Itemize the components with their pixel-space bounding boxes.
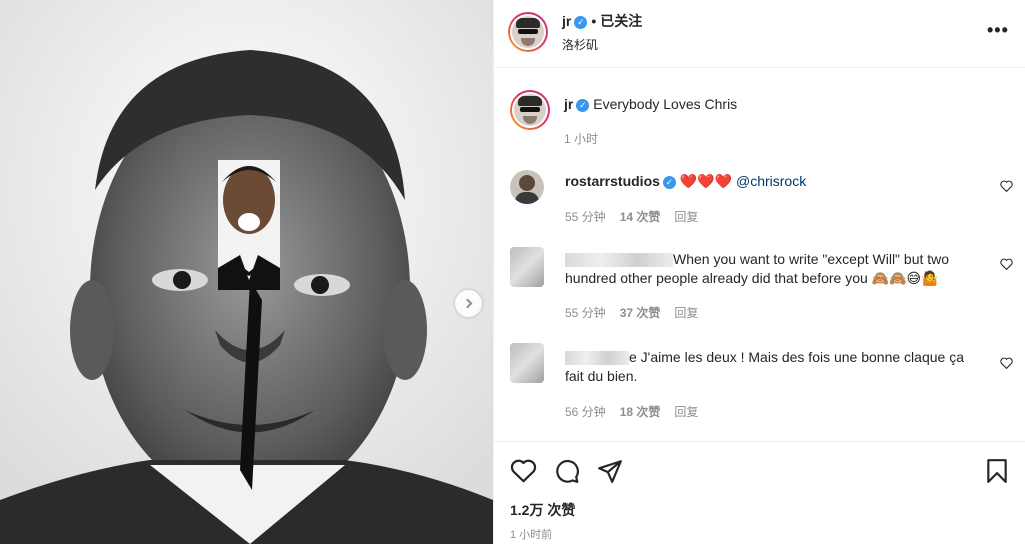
comment-likes[interactable]: 18 次赞 — [620, 405, 661, 419]
next-image-button[interactable] — [455, 290, 482, 317]
caption-avatar[interactable] — [510, 90, 550, 130]
comment-meta: 55 分钟 14 次赞 回复 — [565, 208, 712, 225]
post-location[interactable]: 洛杉矶 — [562, 36, 598, 53]
caption-username[interactable]: jr — [564, 96, 573, 112]
inset-photo — [218, 160, 280, 290]
heart-icon[interactable] — [510, 458, 537, 483]
post-header: jr ✓ • 已关注 洛杉矶 ••• — [494, 0, 1025, 68]
portrait-image — [0, 0, 493, 544]
author-avatar[interactable] — [508, 12, 548, 52]
comment-time: 56 分钟 — [565, 405, 606, 419]
blurred-username[interactable] — [565, 253, 673, 268]
comment-meta: 55 分钟 37 次赞 回复 — [565, 304, 712, 321]
caption-time: 1 小时 — [564, 132, 599, 146]
commenter-avatar[interactable] — [510, 170, 544, 204]
caption-text: Everybody Loves Chris — [593, 96, 738, 112]
post-actions: 1.2万 次赞 1 小时前 — [494, 441, 1025, 544]
comment-time: 55 分钟 — [565, 210, 606, 224]
bookmark-icon[interactable] — [985, 458, 1009, 484]
comment-mention[interactable]: @chrisrock — [736, 173, 806, 189]
more-options-icon[interactable]: ••• — [987, 20, 1009, 41]
verified-badge-icon: ✓ — [574, 15, 588, 29]
comment-text-line: When you want to write "except Will" but… — [565, 250, 985, 288]
comment-text-line: rostarrstudios ✓ ❤️❤️❤️ @chrisrock — [565, 172, 985, 191]
comment-likes[interactable]: 37 次赞 — [620, 306, 661, 320]
likes-count[interactable]: 1.2万 次赞 — [510, 500, 575, 520]
reply-button[interactable]: 回复 — [674, 210, 698, 224]
commenter-avatar[interactable] — [510, 343, 544, 383]
comment-heart-icon[interactable] — [1000, 180, 1013, 192]
chevron-right-icon — [462, 298, 472, 309]
comment-heart-icon[interactable] — [1000, 357, 1013, 369]
comment-heart-icon[interactable] — [1000, 258, 1013, 270]
comment-text-line: e J'aime les deux ! Mais des fois une bo… — [565, 348, 985, 386]
post-image[interactable] — [0, 0, 493, 544]
reply-button[interactable]: 回复 — [674, 405, 698, 419]
commenter-username[interactable]: rostarrstudios — [565, 173, 660, 189]
separator-dot: • — [591, 13, 597, 29]
verified-badge-icon: ✓ — [576, 98, 590, 112]
posted-time: 1 小时前 — [510, 529, 553, 541]
author-line: jr ✓ • 已关注 — [562, 11, 642, 31]
commenter-avatar[interactable] — [510, 247, 544, 287]
follow-status-button[interactable]: 已关注 — [600, 13, 642, 29]
comment-text: ❤️❤️❤️ — [679, 173, 733, 189]
post-side-panel: jr ✓ • 已关注 洛杉矶 ••• jr ✓ Everybody Loves Chri… — [493, 0, 1025, 544]
share-icon[interactable] — [597, 458, 623, 484]
reply-button[interactable]: 回复 — [674, 306, 698, 320]
comment-icon[interactable] — [554, 458, 580, 484]
comment-time: 55 分钟 — [565, 306, 606, 320]
author-username[interactable]: jr — [562, 13, 571, 29]
caption-text-line: jr ✓ Everybody Loves Chris — [564, 96, 737, 112]
verified-badge-icon: ✓ — [662, 175, 676, 189]
comment-likes[interactable]: 14 次赞 — [620, 210, 661, 224]
blurred-username[interactable] — [565, 351, 629, 366]
comment-meta: 56 分钟 18 次赞 回复 — [565, 403, 712, 420]
